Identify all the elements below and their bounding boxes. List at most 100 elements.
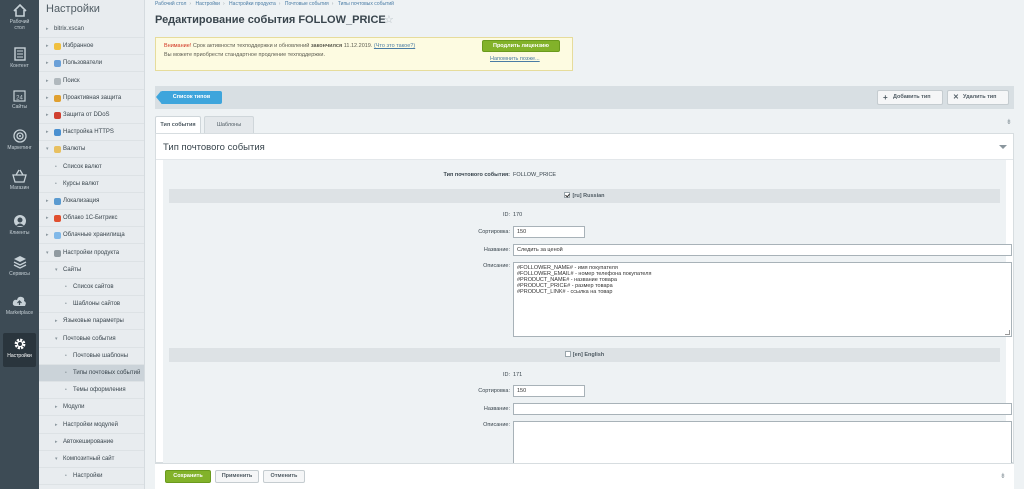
leftbar-item-services[interactable]: Сервисы	[0, 251, 39, 285]
chevron-right-icon[interactable]: ▸	[46, 55, 49, 72]
breadcrumb-link[interactable]: Настройки продукта	[229, 1, 276, 7]
menu-item-mail-templates[interactable]: • Почтовые шаблоны	[39, 348, 144, 365]
chevron-down-icon[interactable]: ▾	[46, 141, 49, 158]
remind-later-link[interactable]: Напомнить позже...	[490, 56, 540, 62]
menu-item-icon	[54, 129, 61, 137]
chevron-right-icon[interactable]: ▸	[46, 124, 49, 141]
chevron-right-icon[interactable]: ▸	[46, 90, 49, 107]
menu-item-composite-site[interactable]: ▾ Композитный сайт	[39, 451, 144, 468]
menu-item-label: Настройка HTTPS	[63, 129, 114, 136]
leftbar-item-shop[interactable]: Магазин	[0, 165, 39, 199]
chevron-down-icon[interactable]: ▾	[55, 331, 58, 348]
menu-item-proactive-protection[interactable]: ▸ Проактивная защита	[39, 90, 144, 107]
en-sort-input[interactable]: 150	[513, 385, 585, 397]
menu-item-label: Автокеширование	[63, 438, 114, 445]
en-description-textarea[interactable]	[513, 421, 1012, 464]
chevron-right-icon[interactable]: ▸	[46, 210, 49, 227]
add-type-button[interactable]: + Добавить тип	[877, 90, 943, 105]
menu-item-site-list[interactable]: • Список сайтов	[39, 279, 144, 296]
menu-item-https-settings[interactable]: ▸ Настройка HTTPS	[39, 124, 144, 142]
breadcrumb-link[interactable]: Почтовые события	[285, 1, 329, 7]
collapse-caret-icon[interactable]	[999, 145, 1007, 149]
chevron-right-icon[interactable]: ▸	[55, 313, 58, 330]
chevron-right-icon[interactable]: ▸	[46, 38, 49, 55]
save-button[interactable]: Сохранить	[165, 470, 211, 483]
ru-description-textarea[interactable]: #FOLLOWER_NAME# - имя покупателя #FOLLOW…	[513, 262, 1012, 337]
ru-name-input[interactable]: Следить за ценой	[513, 244, 1012, 256]
toolbar: Список типов + Добавить тип ✕ Удалить тип	[155, 86, 1014, 109]
menu-item-sites[interactable]: ▾ Сайты	[39, 262, 144, 279]
menu-item-product-settings[interactable]: ▾ Настройки продукта	[39, 245, 144, 262]
apply-button[interactable]: Применить	[215, 470, 259, 483]
menu-item-mail-event-types[interactable]: • Типы почтовых событий	[39, 365, 144, 382]
what-is-this-link[interactable]: (Что это такое?)	[374, 43, 415, 49]
en-name-input[interactable]	[513, 403, 1012, 415]
gear-icon	[14, 338, 25, 350]
menu-item-label: Облако 1С-Битрикс	[63, 215, 118, 222]
leftbar-item-clients[interactable]: Клиенты	[0, 210, 39, 244]
leftbar-label: Маркетинг	[7, 145, 32, 151]
pin-icon[interactable]: ⇟	[1000, 472, 1006, 480]
en-checkbox[interactable]	[564, 351, 571, 357]
menu-item-bitrix-xscan[interactable]: ▸ bitrix.xscan	[39, 21, 144, 38]
event-type-label: Тип почтового события:	[443, 172, 510, 178]
breadcrumb-link[interactable]: Настройки	[195, 1, 220, 7]
menu-item-cloud-storage[interactable]: ▸ Облачные хранилища	[39, 227, 144, 245]
leftbar-item-marketing[interactable]: Маркетинг	[0, 125, 39, 159]
menu-item-language-params[interactable]: ▸ Языковые параметры	[39, 313, 144, 331]
type-list-button[interactable]: Список типов	[156, 91, 222, 104]
menu-item-localization[interactable]: ▸ Локализация	[39, 193, 144, 210]
panel-header[interactable]: Тип почтового события	[156, 134, 1013, 160]
leftbar-item-settings[interactable]: Настройки	[3, 333, 36, 367]
leftbar-item-content[interactable]: Контент	[0, 43, 39, 77]
leftbar-item-desktop[interactable]: Рабочий стол	[0, 0, 39, 34]
breadcrumb-link[interactable]: Типы почтовых событий	[338, 1, 394, 7]
en-name-label: Название:	[483, 406, 510, 412]
chevron-right-icon[interactable]: ▸	[55, 399, 58, 416]
renew-license-button[interactable]: Продлить лицензию	[482, 40, 560, 52]
menu-item-currency-list[interactable]: • Список валют	[39, 159, 144, 176]
menu-item-composite-settings[interactable]: • Настройки	[39, 468, 144, 486]
menu-item-mail-events[interactable]: ▾ Почтовые события	[39, 331, 144, 348]
leftbar-item-sites[interactable]: 24 Сайты	[0, 85, 39, 119]
cancel-button[interactable]: Отменить	[263, 470, 305, 483]
menu-item-themes[interactable]: • Темы оформления	[39, 382, 144, 400]
breadcrumb-link[interactable]: Рабочий стол	[155, 1, 186, 7]
menu-item-favorites[interactable]: ▸ Избранное	[39, 38, 144, 56]
chevron-down-icon[interactable]: ▾	[46, 245, 49, 262]
menu-item-users[interactable]: ▸ Пользователи	[39, 55, 144, 73]
delete-type-button[interactable]: ✕ Удалить тип	[947, 90, 1009, 105]
main-content: Рабочий стол › Настройки › Настройки проду…	[146, 0, 1024, 489]
tab-templates[interactable]: Шаблоны	[204, 116, 254, 133]
tab-event-type[interactable]: Тип события	[155, 116, 201, 134]
menu-item-currency-rates[interactable]: • Курсы валют	[39, 176, 144, 193]
ru-sort-input[interactable]: 150	[513, 226, 585, 238]
menu-item-site-templates[interactable]: • Шаблоны сайтов	[39, 296, 144, 314]
menu-item-icon	[54, 232, 61, 240]
chevron-right-icon[interactable]: ▸	[46, 73, 49, 90]
resize-grip-icon[interactable]	[1005, 330, 1010, 335]
menu-item-search[interactable]: ▸ Поиск	[39, 73, 144, 90]
pin-icon[interactable]: ⇟	[1006, 118, 1012, 126]
menu-item-bitrix-cloud[interactable]: ▸ Облако 1С-Битрикс	[39, 210, 144, 228]
chevron-down-icon[interactable]: ▾	[55, 262, 58, 279]
chevron-right-icon[interactable]: ▸	[46, 193, 49, 210]
ru-checkbox[interactable]	[564, 192, 571, 198]
chevron-right-icon[interactable]: ▸	[55, 417, 58, 434]
menu-item-label: Настройки продукта	[63, 249, 120, 256]
close-icon: ✕	[953, 94, 959, 101]
chevron-right-icon[interactable]: ▸	[55, 434, 58, 451]
chevron-right-icon[interactable]: ▸	[46, 107, 49, 124]
menu-item-modules[interactable]: ▸ Модули	[39, 399, 144, 417]
chevron-right-icon[interactable]: ▸	[46, 21, 49, 38]
leftbar-item-marketplace[interactable]: Marketplace	[0, 291, 39, 325]
menu-item-module-settings[interactable]: ▸ Настройки модулей	[39, 417, 144, 434]
menu-item-ddos-protection[interactable]: ▸ Защита от DDoS	[39, 107, 144, 124]
menu-item-autocaching[interactable]: ▸ Автокеширование	[39, 434, 144, 451]
menu-item-icon	[54, 94, 61, 102]
chevron-down-icon[interactable]: ▾	[55, 451, 58, 468]
menu-item-icon	[54, 60, 61, 68]
menu-item-currencies[interactable]: ▾ Валюты	[39, 141, 144, 159]
favorite-star-icon[interactable]: ☆	[384, 13, 394, 26]
chevron-right-icon[interactable]: ▸	[46, 227, 49, 244]
